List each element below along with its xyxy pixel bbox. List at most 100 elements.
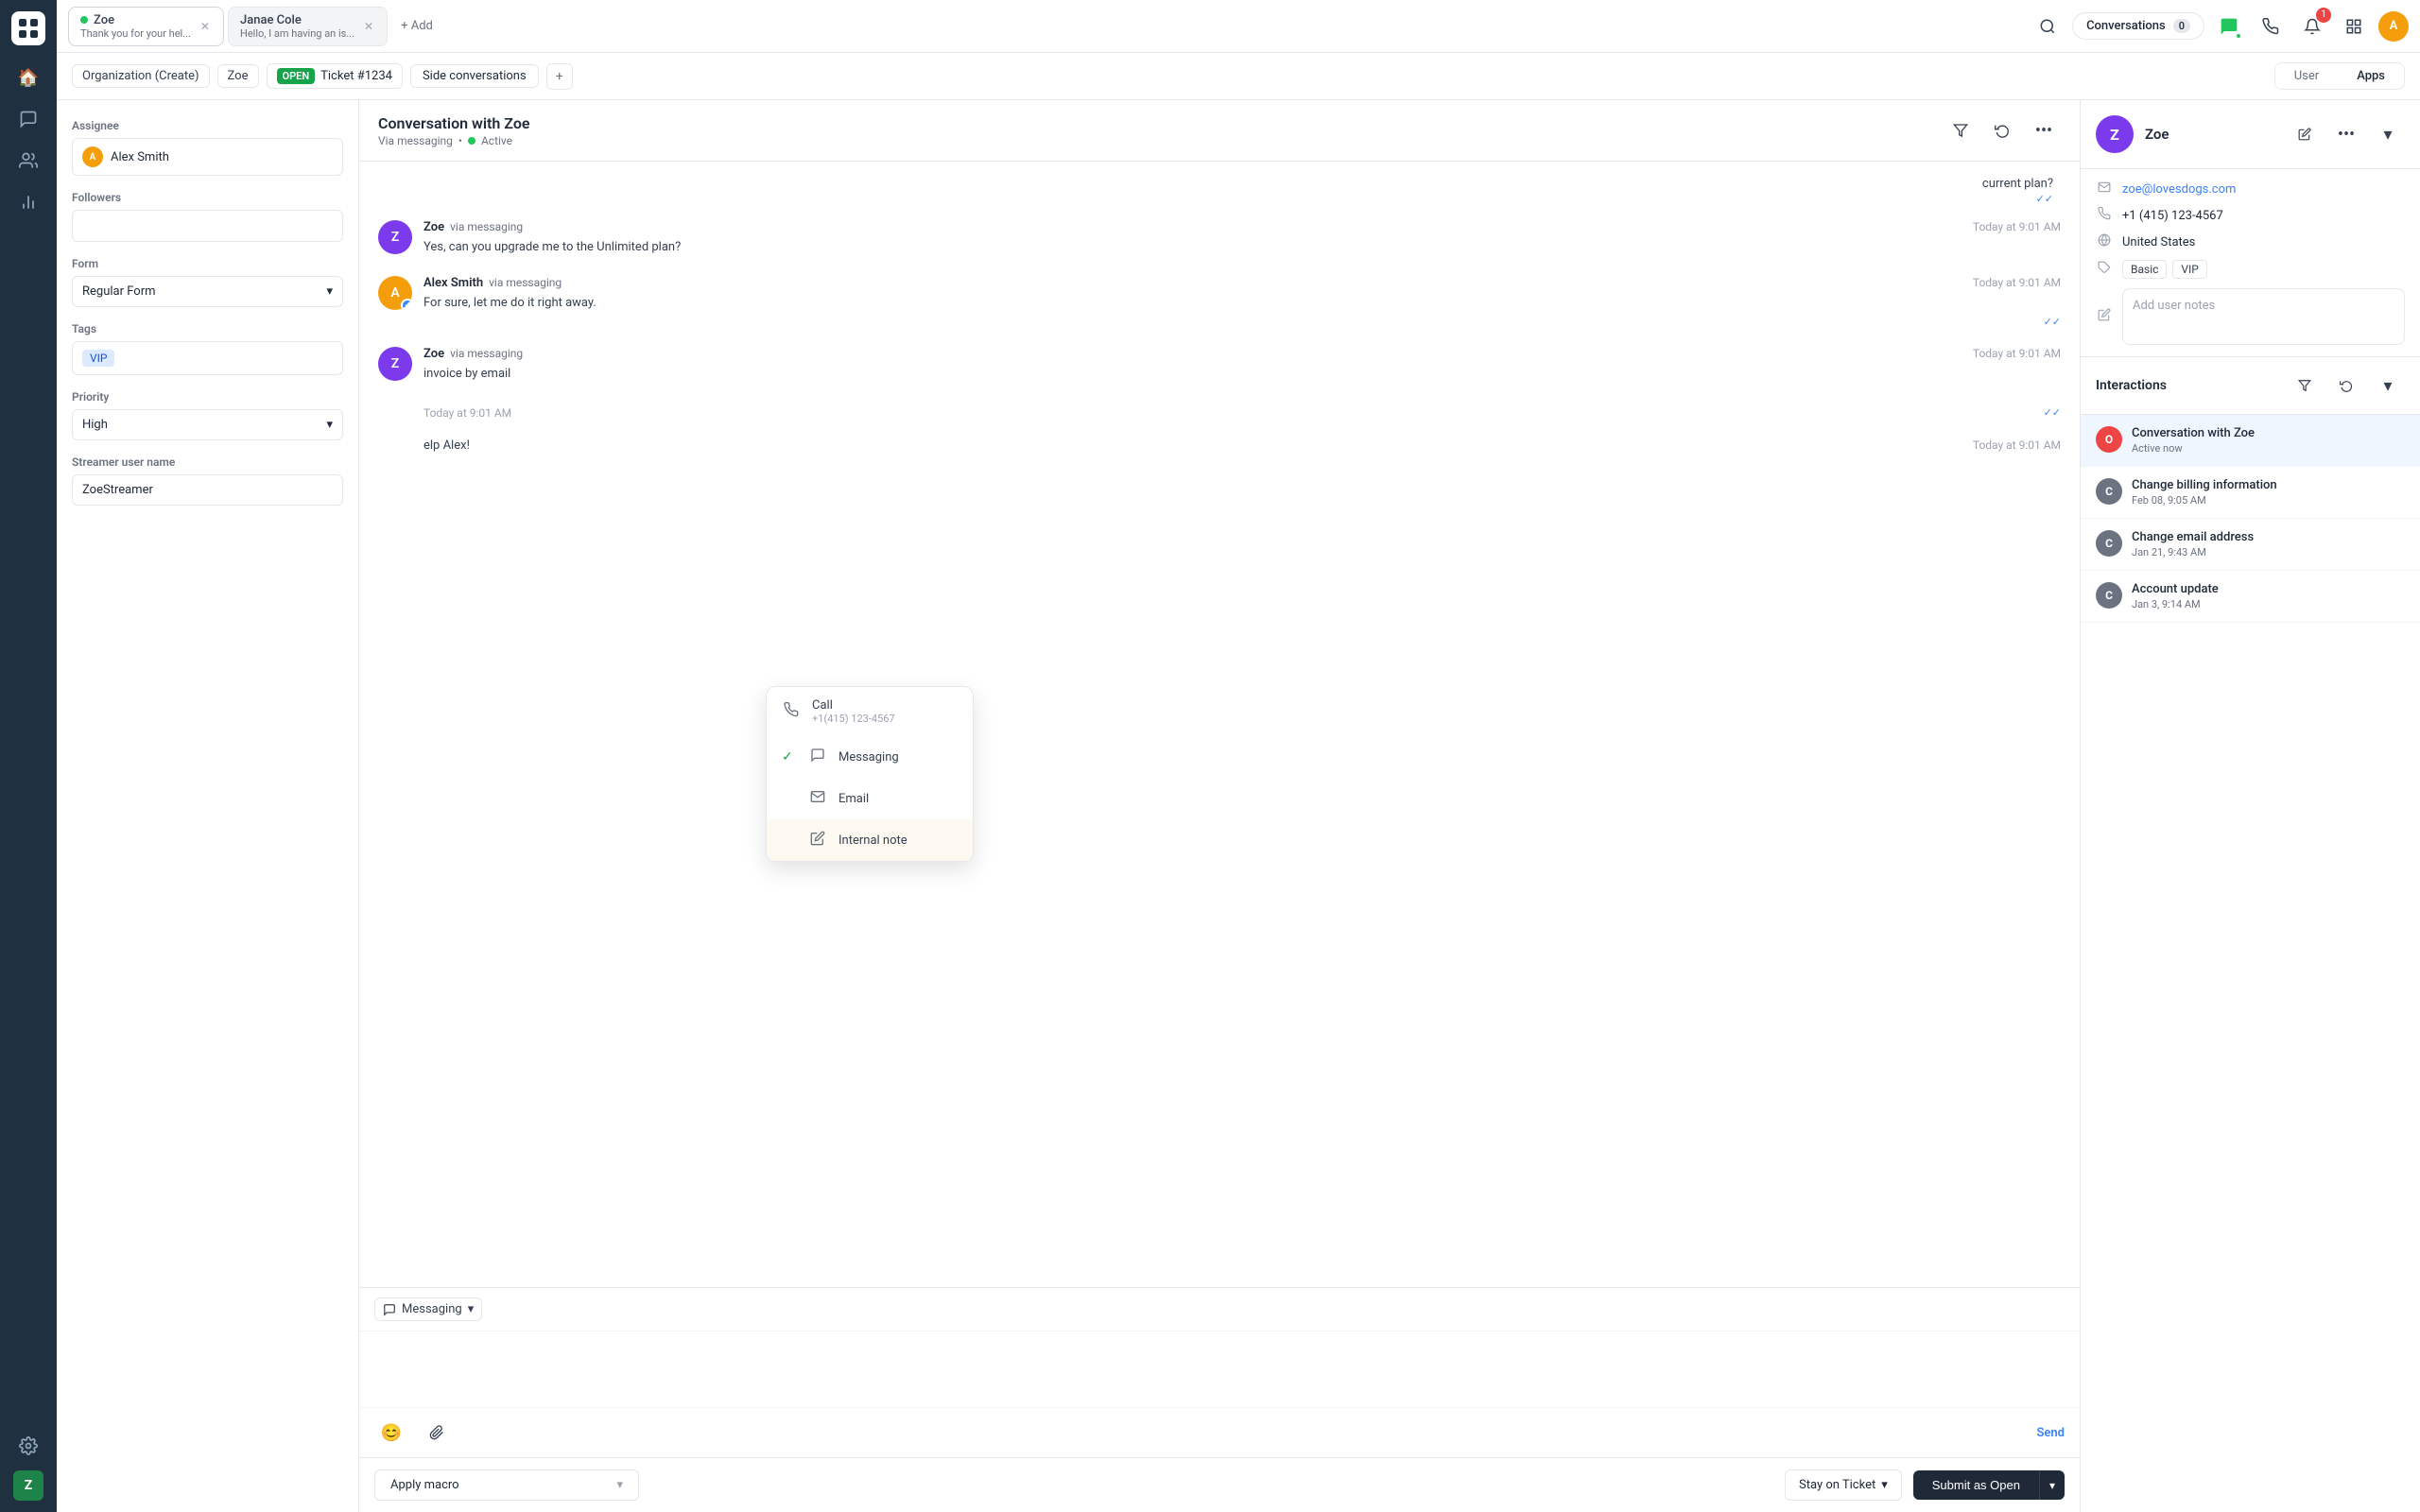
submit-dropdown-button[interactable]: ▾ <box>2039 1470 2065 1500</box>
priority-select[interactable]: High ▾ <box>72 409 343 440</box>
user-apps-tab-group: User Apps <box>2274 62 2405 90</box>
add-tab-button[interactable]: + Add <box>391 13 442 39</box>
notifications-button[interactable]: 1 <box>2295 9 2329 43</box>
filter-interactions-button[interactable] <box>2288 369 2322 403</box>
tab-apps[interactable]: Apps <box>2338 63 2404 89</box>
message-text: For sure, let me do it right away. <box>424 294 2061 313</box>
sidebar-item-settings[interactable] <box>11 1429 45 1463</box>
conversations-button[interactable]: Conversations 0 <box>2072 12 2204 40</box>
interactions-title: Interactions <box>2096 378 2167 393</box>
interaction-title-3: Change email address <box>2132 530 2405 544</box>
sidebar-item-zendesk[interactable]: Z <box>13 1470 43 1501</box>
stay-chevron-icon: ▾ <box>1881 1478 1888 1492</box>
add-conversation-button[interactable]: + <box>546 63 573 90</box>
emoji-button[interactable]: 😊 <box>374 1416 408 1450</box>
user-country-row: United States <box>2096 233 2405 250</box>
phone-button[interactable] <box>2254 9 2288 43</box>
reply-channel-label: Messaging <box>402 1302 462 1316</box>
user-tags: Basic VIP <box>2122 260 2207 279</box>
dropdown-item-email[interactable]: ✓ Email <box>767 778 973 819</box>
collapse-interactions-button[interactable]: ▾ <box>2371 369 2405 403</box>
more-options-button[interactable]: ••• <box>2027 113 2061 147</box>
tab-user[interactable]: User <box>2275 63 2338 89</box>
assignee-field[interactable]: A Alex Smith <box>72 138 343 176</box>
grid-view-button[interactable] <box>2337 9 2371 43</box>
interaction-item-4[interactable]: C Account update Jan 3, 9:14 AM <box>2081 571 2420 623</box>
filter-button[interactable] <box>1944 113 1978 147</box>
reply-channel-chevron-icon: ▾ <box>468 1302 475 1316</box>
alex-avatar: A ✓ <box>378 276 412 310</box>
interaction-meta-4: Jan 3, 9:14 AM <box>2132 598 2405 610</box>
streamer-field[interactable]: ZoeStreamer <box>72 474 343 506</box>
dropdown-item-messaging[interactable]: ✓ Messaging <box>767 736 973 778</box>
tab-janae[interactable]: Janae Cole Hello, I am having an is... ✕ <box>228 7 388 46</box>
conversation-header: Conversation with Zoe Via messaging • Ac… <box>359 100 2080 162</box>
reply-input[interactable] <box>359 1332 2080 1407</box>
sidebar-item-home[interactable]: 🏠 <box>11 60 45 94</box>
history-button[interactable] <box>1985 113 2019 147</box>
messages-area: current plan? ✓✓ Z Zoe via messaging Tod… <box>359 162 2080 1287</box>
tab-janae-subtitle: Hello, I am having an is... <box>240 27 354 40</box>
user-phone: +1 (415) 123-4567 <box>2122 209 2223 223</box>
conversations-count: 0 <box>2173 19 2190 33</box>
message-channel: via messaging <box>450 220 523 233</box>
user-avatar[interactable]: A <box>2378 11 2409 42</box>
message-item: Z Zoe via messaging Today at 9:01 AM inv… <box>378 347 2061 384</box>
notification-count: 1 <box>2316 8 2331 23</box>
conversation-channel: Via messaging <box>378 134 453 147</box>
sidebar-item-users[interactable] <box>11 144 45 178</box>
apply-macro-button[interactable]: Apply macro ▾ <box>374 1469 639 1501</box>
reply-channel-button[interactable]: Messaging ▾ <box>374 1297 482 1321</box>
message-sender: Alex Smith <box>424 276 483 290</box>
chat-status-button[interactable] <box>2212 9 2246 43</box>
macro-chevron-icon: ▾ <box>616 1478 623 1492</box>
message-content: Zoe via messaging Today at 9:01 AM invoi… <box>424 347 2061 384</box>
user-notes-input[interactable]: Add user notes <box>2122 288 2405 345</box>
edit-user-button[interactable] <box>2288 117 2322 151</box>
sidebar-nav: 🏠 Z <box>0 0 57 1512</box>
interaction-item-1[interactable]: O Conversation with Zoe Active now <box>2081 415 2420 467</box>
interaction-item-3[interactable]: C Change email address Jan 21, 9:43 AM <box>2081 519 2420 571</box>
streamer-label: Streamer user name <box>72 455 343 469</box>
interaction-item-2[interactable]: C Change billing information Feb 08, 9:0… <box>2081 467 2420 519</box>
sidebar-item-inbox[interactable] <box>11 102 45 136</box>
refresh-interactions-button[interactable] <box>2329 369 2363 403</box>
followers-field[interactable] <box>72 210 343 242</box>
sidebar-item-charts[interactable] <box>11 185 45 219</box>
interaction-content-4: Account update Jan 3, 9:14 AM <box>2132 582 2405 610</box>
tab-zoe-close[interactable]: ✕ <box>199 18 212 35</box>
user-notes-placeholder: Add user notes <box>2133 299 2215 313</box>
stay-on-ticket-button[interactable]: Stay on Ticket ▾ <box>1785 1469 1902 1501</box>
form-label: Form <box>72 257 343 270</box>
message-time: Today at 9:01 AM <box>1973 438 2061 452</box>
user-more-options-button[interactable]: ••• <box>2329 117 2363 151</box>
interaction-meta-3: Jan 21, 9:43 AM <box>2132 546 2405 558</box>
user-email[interactable]: zoe@lovesdogs.com <box>2122 182 2236 197</box>
dropdown-item-internal-note[interactable]: ✓ Internal note <box>767 819 973 861</box>
interaction-content-3: Change email address Jan 21, 9:43 AM <box>2132 530 2405 558</box>
bottom-action-bar: Apply macro ▾ Stay on Ticket ▾ Submit as… <box>359 1457 2080 1512</box>
breadcrumb-ticket[interactable]: OPEN Ticket #1234 <box>267 63 403 89</box>
tab-zoe[interactable]: Zoe Thank you for your hel... ✕ <box>68 7 224 46</box>
dropdown-item-call[interactable]: Call +1(415) 123-4567 <box>767 687 973 736</box>
user-header-actions: ••• ▾ <box>2288 117 2405 151</box>
tags-field[interactable]: VIP <box>72 341 343 375</box>
form-select[interactable]: Regular Form ▾ <box>72 276 343 307</box>
tab-janae-close[interactable]: ✕ <box>362 18 375 35</box>
search-button[interactable] <box>2031 9 2065 43</box>
notes-icon <box>2096 308 2113 325</box>
send-button[interactable]: Send <box>2036 1426 2065 1440</box>
dropdown-item-messaging-label: Messaging <box>838 750 899 765</box>
collapse-user-button[interactable]: ▾ <box>2371 117 2405 151</box>
attach-button[interactable] <box>420 1416 454 1450</box>
message-item: A ✓ Alex Smith via messaging Today at 9:… <box>378 276 2061 329</box>
user-phone-row: +1 (415) 123-4567 <box>2096 207 2405 224</box>
breadcrumb-org[interactable]: Organization (Create) <box>72 64 210 88</box>
conversation-meta: Via messaging • Active <box>378 134 529 147</box>
submit-as-open-button[interactable]: Submit as Open <box>1913 1470 2039 1500</box>
side-conversations-button[interactable]: Side conversations <box>410 64 539 88</box>
interaction-content-1: Conversation with Zoe Active now <box>2132 426 2405 455</box>
tab-janae-title: Janae Cole <box>240 13 354 27</box>
message-time: Today at 9:01 AM <box>424 406 511 420</box>
breadcrumb-user[interactable]: Zoe <box>217 64 259 88</box>
